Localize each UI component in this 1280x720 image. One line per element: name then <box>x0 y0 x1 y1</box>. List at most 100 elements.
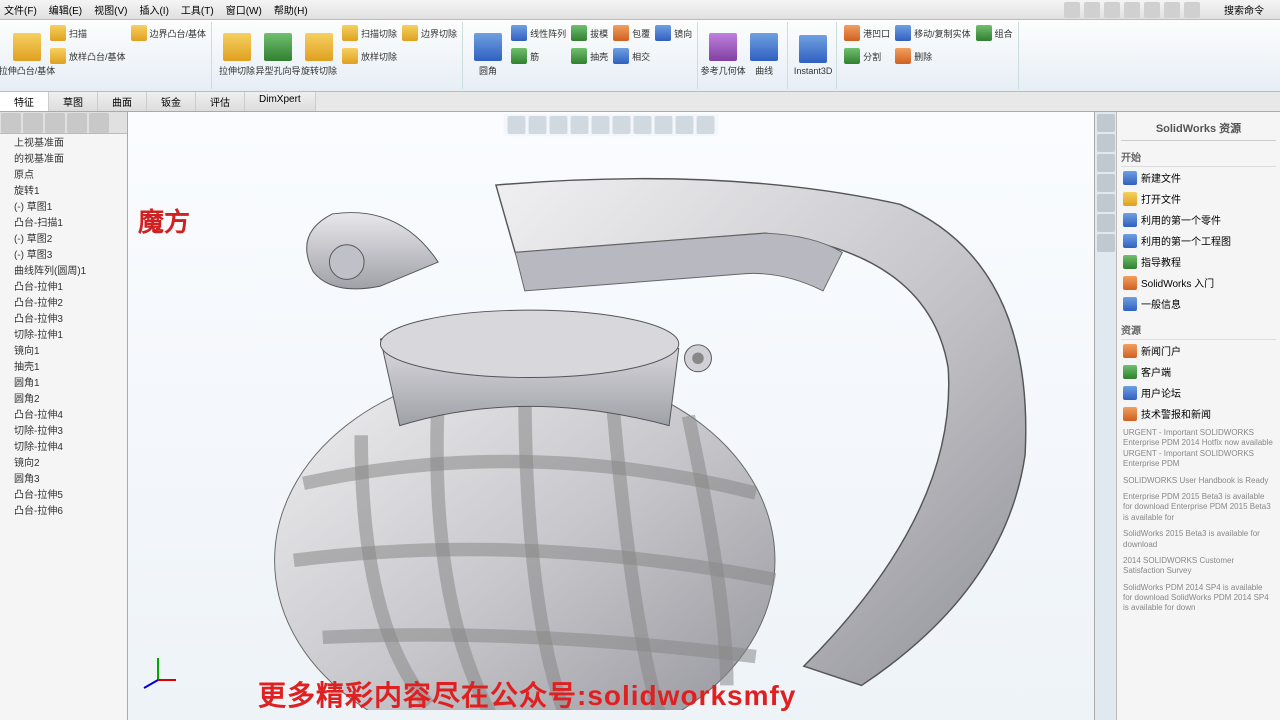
tp-custom-icon[interactable] <box>1097 234 1115 252</box>
ribbon-btn[interactable]: 边界切除 <box>400 22 459 44</box>
ribbon-btn[interactable]: 线性阵列 <box>509 22 568 44</box>
fm-tab-config-icon[interactable] <box>45 113 65 133</box>
qat-new-icon[interactable] <box>1064 2 1080 18</box>
ribbon-btn[interactable]: 放样切除 <box>340 45 399 67</box>
tp-explorer-icon[interactable] <box>1097 154 1115 172</box>
qat-print-icon[interactable] <box>1124 2 1140 18</box>
news-item[interactable]: SolidWorks PDM 2014 SP4 is available for… <box>1121 581 1276 616</box>
ribbon-btn[interactable]: 拉伸切除 <box>217 22 257 88</box>
feature-tree-item[interactable]: 凸台-扫描1 <box>2 216 125 232</box>
news-item[interactable]: 2014 SOLIDWORKS Customer Satisfaction Su… <box>1121 554 1276 579</box>
qat-undo-icon[interactable] <box>1144 2 1160 18</box>
feature-tree-item[interactable]: 圆角2 <box>2 392 125 408</box>
ribbon-btn[interactable]: 放样凸台/基体 <box>48 45 128 67</box>
ribbon-btn[interactable]: 分割 <box>842 45 892 67</box>
feature-tree-item[interactable]: 圆角3 <box>2 472 125 488</box>
ribbon-btn[interactable]: 抽壳 <box>569 45 610 67</box>
news-item[interactable]: URGENT - Important SOLIDWORKS Enterprise… <box>1121 426 1276 472</box>
feature-tree-item[interactable]: 抽壳1 <box>2 360 125 376</box>
qat-save-icon[interactable] <box>1104 2 1120 18</box>
qat-options-icon[interactable] <box>1184 2 1200 18</box>
menu-window[interactable]: 窗口(W) <box>226 2 262 17</box>
graphics-viewport[interactable]: 魔方 <box>128 112 1094 720</box>
tab-evaluate[interactable]: 评估 <box>196 92 245 111</box>
ribbon-btn[interactable]: 港凹口 <box>842 22 892 44</box>
ribbon-btn[interactable]: 包覆 <box>611 22 652 44</box>
fm-tab-tree-icon[interactable] <box>1 113 21 133</box>
menu-file[interactable]: 文件(F) <box>4 2 37 17</box>
feature-tree-item[interactable]: 镜向1 <box>2 344 125 360</box>
ribbon-btn[interactable]: 移动/复制实体 <box>893 22 973 44</box>
feature-tree-item[interactable]: 凸台-拉伸3 <box>2 312 125 328</box>
fm-tab-display-icon[interactable] <box>89 113 109 133</box>
feature-tree-item[interactable]: 凸台-拉伸6 <box>2 504 125 520</box>
feature-tree-item[interactable]: 曲线阵列(圆周)1 <box>2 264 125 280</box>
ribbon-btn[interactable]: 曲线 <box>744 22 784 88</box>
news-item[interactable]: Enterprise PDM 2015 Beta3 is available f… <box>1121 490 1276 525</box>
feature-tree-item[interactable]: (-) 草图1 <box>2 200 125 216</box>
tp-library-icon[interactable] <box>1097 134 1115 152</box>
ribbon-btn[interactable]: 筋 <box>509 45 568 67</box>
feature-tree-item[interactable]: 的视基准面 <box>2 152 125 168</box>
feature-tree-item[interactable]: 圆角1 <box>2 376 125 392</box>
ribbon-btn[interactable]: 删除 <box>893 45 973 67</box>
task-pane-link[interactable]: 打开文件 <box>1121 188 1276 209</box>
tp-view-icon[interactable] <box>1097 194 1115 212</box>
feature-tree-item[interactable]: 旋转1 <box>2 184 125 200</box>
tp-home-icon[interactable] <box>1097 114 1115 132</box>
task-pane-link[interactable]: 客户端 <box>1121 361 1276 382</box>
task-pane-link[interactable]: 指导教程 <box>1121 251 1276 272</box>
feature-tree-item[interactable]: 上视基准面 <box>2 136 125 152</box>
feature-tree-item[interactable]: 切除-拉伸4 <box>2 440 125 456</box>
menu-insert[interactable]: 插入(I) <box>139 2 168 17</box>
tab-features[interactable]: 特征 <box>0 92 49 111</box>
ribbon-btn[interactable]: 旋转切除 <box>299 22 339 88</box>
tab-sheetmetal[interactable]: 钣金 <box>147 92 196 111</box>
menu-view[interactable]: 视图(V) <box>94 2 127 17</box>
task-pane-link[interactable]: SolidWorks 入门 <box>1121 272 1276 293</box>
menu-edit[interactable]: 编辑(E) <box>49 2 82 17</box>
ribbon-btn[interactable]: 拉伸凸台/基体 <box>7 22 47 88</box>
ribbon-btn[interactable]: 参考几何体 <box>703 22 743 88</box>
tp-search-icon[interactable] <box>1097 174 1115 192</box>
tp-appearance-icon[interactable] <box>1097 214 1115 232</box>
ribbon-btn[interactable]: 拔模 <box>569 22 610 44</box>
menu-tools[interactable]: 工具(T) <box>181 2 214 17</box>
feature-tree-item[interactable]: (-) 草图3 <box>2 248 125 264</box>
task-pane-link[interactable]: 利用的第一个零件 <box>1121 209 1276 230</box>
task-pane-link[interactable]: 新建文件 <box>1121 167 1276 188</box>
ribbon-btn[interactable]: 边界凸台/基体 <box>129 22 209 44</box>
tab-sketch[interactable]: 草图 <box>49 92 98 111</box>
fm-tab-dimxpert-icon[interactable] <box>67 113 87 133</box>
ribbon-btn[interactable]: 扫描 <box>48 22 128 44</box>
task-pane-link[interactable]: 技术警报和新闻 <box>1121 403 1276 424</box>
feature-tree[interactable]: 上视基准面的视基准面原点旋转1(-) 草图1凸台-扫描1(-) 草图2(-) 草… <box>0 134 127 720</box>
ribbon-btn[interactable]: 相交 <box>611 45 652 67</box>
ribbon-btn[interactable]: 镜向 <box>653 22 694 44</box>
ribbon-btn[interactable]: 异型孔向导 <box>258 22 298 88</box>
feature-tree-item[interactable]: (-) 草图2 <box>2 232 125 248</box>
feature-tree-item[interactable]: 凸台-拉伸4 <box>2 408 125 424</box>
feature-tree-item[interactable]: 切除-拉伸1 <box>2 328 125 344</box>
news-item[interactable]: SolidWorks 2015 Beta3 is available for d… <box>1121 527 1276 552</box>
ribbon-btn[interactable]: Instant3D <box>793 22 833 88</box>
ribbon-btn[interactable]: 圆角 <box>468 22 508 88</box>
feature-tree-item[interactable]: 镜向2 <box>2 456 125 472</box>
menu-help[interactable]: 帮助(H) <box>274 2 308 17</box>
tab-surface[interactable]: 曲面 <box>98 92 147 111</box>
ribbon-btn[interactable]: 扫描切除 <box>340 22 399 44</box>
tab-dimxpert[interactable]: DimXpert <box>245 92 316 111</box>
fm-tab-property-icon[interactable] <box>23 113 43 133</box>
ribbon-btn[interactable]: 组合 <box>974 22 1015 44</box>
task-pane-link[interactable]: 新闻门户 <box>1121 340 1276 361</box>
feature-tree-item[interactable]: 凸台-拉伸5 <box>2 488 125 504</box>
feature-tree-item[interactable]: 切除-拉伸3 <box>2 424 125 440</box>
task-pane-link[interactable]: 用户论坛 <box>1121 382 1276 403</box>
task-pane-link[interactable]: 一般信息 <box>1121 293 1276 314</box>
feature-tree-item[interactable]: 凸台-拉伸2 <box>2 296 125 312</box>
qat-open-icon[interactable] <box>1084 2 1100 18</box>
task-pane-link[interactable]: 利用的第一个工程图 <box>1121 230 1276 251</box>
feature-tree-item[interactable]: 凸台-拉伸1 <box>2 280 125 296</box>
qat-redo-icon[interactable] <box>1164 2 1180 18</box>
news-item[interactable]: SOLIDWORKS User Handbook is Ready <box>1121 474 1276 488</box>
